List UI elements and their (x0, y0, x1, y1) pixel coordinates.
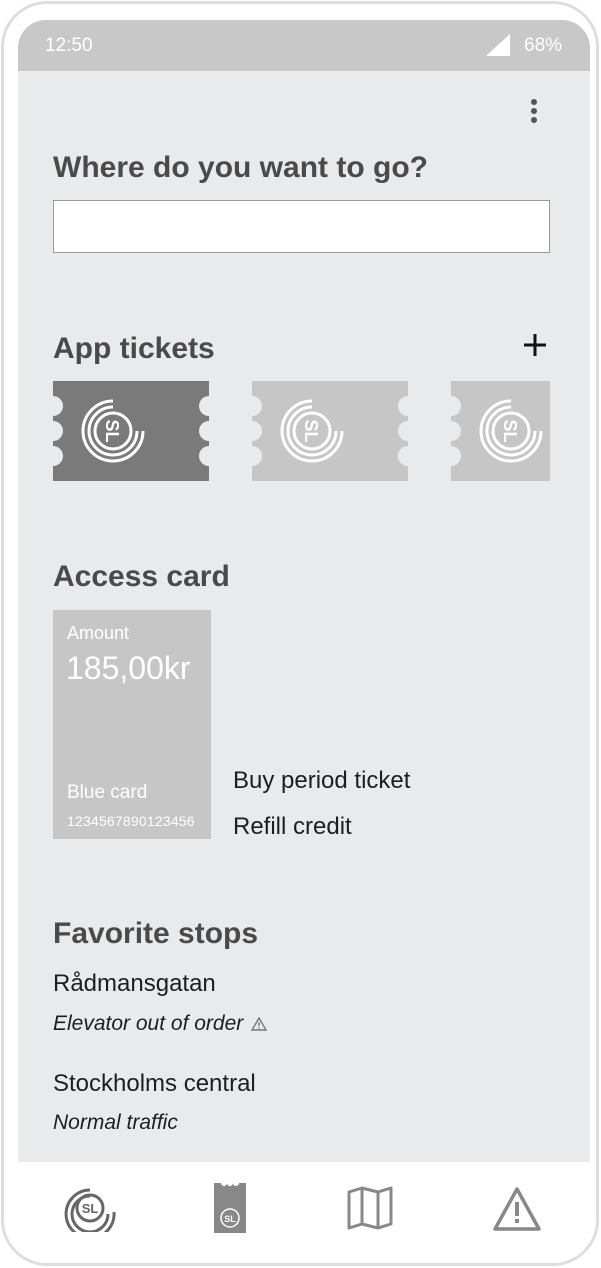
app-ticket-3[interactable]: SL (451, 381, 550, 481)
map-icon (347, 1186, 393, 1230)
status-time: 12:50 (45, 35, 93, 56)
stop-status-text: Elevator out of order (53, 1012, 244, 1035)
amount-label: Amount (67, 623, 130, 643)
refill-credit-link[interactable]: Refill credit (233, 813, 352, 841)
stop-status: Normal traffic (53, 1111, 178, 1134)
app-ticket-2[interactable]: SL (252, 381, 408, 481)
nav-alerts[interactable] (462, 1162, 572, 1256)
plus-icon[interactable] (523, 333, 547, 357)
warning-icon (493, 1187, 541, 1231)
ticket-icon: SL (214, 1182, 246, 1233)
more-vertical-icon[interactable] (527, 99, 541, 127)
signal-icon (486, 34, 510, 56)
screen: 12:50 68% Where do you want to go? App t… (18, 20, 590, 1256)
svg-text:SL: SL (500, 419, 520, 442)
svg-text:SL: SL (224, 1214, 236, 1224)
nav-tickets[interactable]: SL (175, 1162, 285, 1256)
status-battery: 68% (524, 35, 563, 56)
nav-map[interactable] (315, 1162, 425, 1256)
status-bar: 12:50 68% (18, 20, 590, 71)
ticket-icon: SL (53, 381, 209, 481)
access-card[interactable]: Amount 185,00kr Blue card 12345678901234… (53, 610, 211, 839)
svg-text:SL: SL (102, 419, 122, 442)
app-tickets-title: App tickets (53, 332, 215, 365)
card-name: Blue card (67, 782, 148, 803)
warning-icon (251, 1017, 268, 1032)
access-card-title: Access card (53, 560, 230, 593)
bottom-nav: SL SL (18, 1162, 590, 1256)
svg-text:SL: SL (82, 1201, 99, 1216)
ticket-icon: SL (252, 381, 408, 481)
app-ticket-1[interactable]: SL (53, 381, 209, 481)
svg-text:SL: SL (301, 419, 321, 442)
card-number: 1234567890123456 (67, 813, 195, 829)
stop-name[interactable]: Rådmansgatan (53, 970, 216, 998)
search-input[interactable] (53, 200, 550, 253)
amount-value: 185,00kr (66, 650, 191, 686)
ticket-icon: SL (451, 381, 550, 481)
sl-logo-icon: SL (64, 1188, 116, 1232)
favorite-stops-title: Favorite stops (53, 917, 259, 950)
buy-period-ticket-link[interactable]: Buy period ticket (233, 767, 410, 795)
stop-name[interactable]: Stockholms central (53, 1070, 256, 1098)
phone-frame: 12:50 68% Where do you want to go? App t… (1, 1, 599, 1266)
nav-home[interactable]: SL (34, 1162, 144, 1256)
search-title: Where do you want to go? (53, 151, 428, 184)
stop-status: Elevator out of order (53, 1012, 268, 1036)
